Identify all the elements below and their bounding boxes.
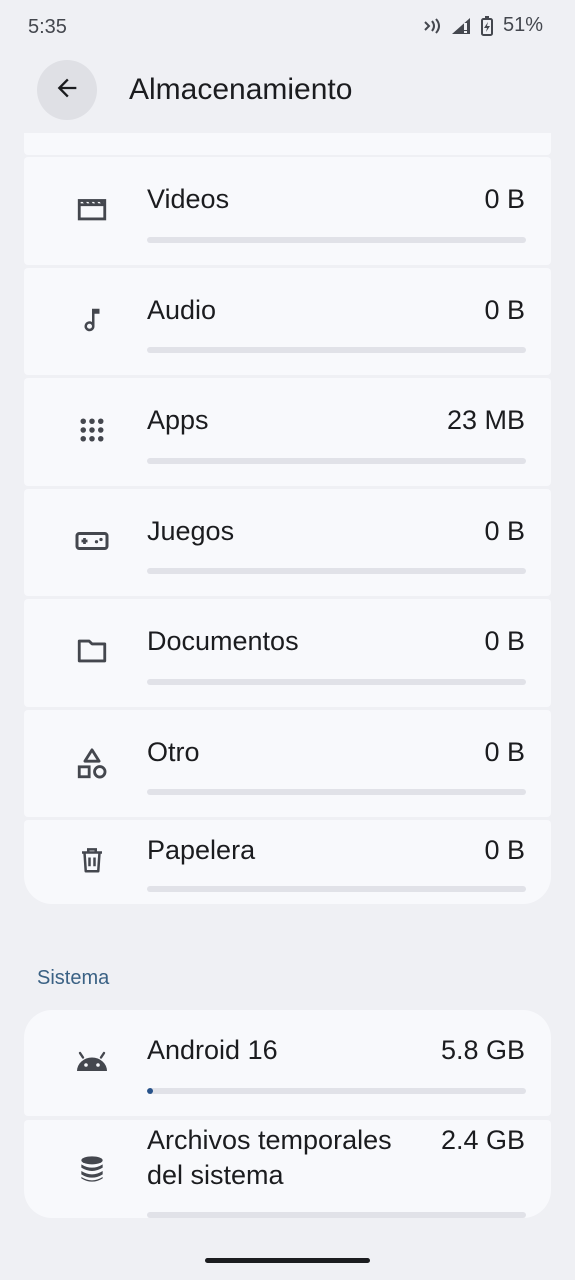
status-bar: 5:35 51% — [0, 0, 575, 56]
category-size: 0 B — [484, 626, 525, 656]
page-title: Almacenamiento — [129, 73, 353, 106]
usage-bar — [147, 679, 526, 685]
usage-bar — [147, 886, 526, 892]
category-row-videos[interactable]: Videos 0 B — [24, 157, 551, 265]
status-time: 5:35 — [28, 16, 67, 38]
category-size: 0 B — [484, 835, 525, 865]
category-size: 0 B — [484, 737, 525, 767]
category-label: Audio — [147, 295, 217, 325]
nfc-icon — [423, 17, 443, 34]
usage-bar — [147, 347, 526, 353]
database-icon — [72, 1149, 112, 1189]
arrow-back-icon — [53, 74, 81, 107]
category-row-documents[interactable]: Documentos 0 B — [24, 599, 551, 707]
movie-icon — [72, 189, 112, 229]
category-size: 23 MB — [446, 405, 525, 435]
category-row-other[interactable]: Otro 0 B — [24, 710, 551, 817]
category-row-trash[interactable]: Papelera 0 B — [24, 820, 551, 904]
usage-bar — [147, 1212, 526, 1218]
system-item-label: Android 16 — [147, 1035, 278, 1065]
category-size: 0 B — [484, 295, 525, 325]
category-label: Juegos — [147, 516, 235, 546]
system-item-size: 5.8 GB — [440, 1035, 525, 1065]
back-button[interactable] — [37, 60, 97, 120]
signal-icon — [451, 17, 473, 35]
navigation-handle[interactable] — [205, 1258, 370, 1263]
android-icon — [72, 1042, 112, 1082]
category-row-apps[interactable]: Apps 23 MB — [24, 378, 551, 486]
apps-grid-icon — [72, 410, 112, 450]
category-row-games[interactable]: Juegos 0 B — [24, 489, 551, 596]
usage-bar-fill — [147, 1088, 153, 1094]
usage-bar — [147, 568, 526, 574]
trash-icon — [72, 840, 112, 880]
battery-icon — [480, 15, 493, 36]
category-label: Otro — [147, 737, 200, 767]
category-label: Apps — [147, 405, 209, 435]
usage-bar — [147, 1088, 526, 1094]
usage-bar — [147, 789, 526, 795]
usage-bar — [147, 458, 526, 464]
system-row-temp-files[interactable]: Archivos temporales del sistema 2.4 GB — [24, 1120, 551, 1218]
battery-percentage: 51% — [502, 14, 543, 36]
system-item-size: 2.4 GB — [440, 1125, 525, 1155]
status-icons: 51% — [423, 14, 543, 37]
gamepad-icon — [72, 521, 112, 561]
category-label: Papelera — [147, 835, 256, 865]
app-bar: Almacenamiento — [0, 56, 575, 132]
storage-screen: 5:35 51% Almacenamiento Videos 0 B Audio… — [0, 0, 575, 1280]
system-item-label-line1: Archivos temporales — [147, 1125, 392, 1155]
card-top-stub — [24, 133, 551, 155]
usage-bar — [147, 237, 526, 243]
category-row-audio[interactable]: Audio 0 B — [24, 268, 551, 375]
folder-icon — [72, 631, 112, 671]
category-size: 0 B — [484, 184, 525, 214]
system-row-android[interactable]: Android 16 5.8 GB — [24, 1010, 551, 1116]
music-note-icon — [72, 300, 112, 340]
category-label: Documentos — [147, 626, 299, 656]
category-label: Videos — [147, 184, 230, 214]
shapes-icon — [72, 744, 112, 784]
system-item-label-line2: del sistema — [147, 1160, 284, 1190]
section-header-system: Sistema — [37, 967, 110, 989]
category-size: 0 B — [484, 516, 525, 546]
